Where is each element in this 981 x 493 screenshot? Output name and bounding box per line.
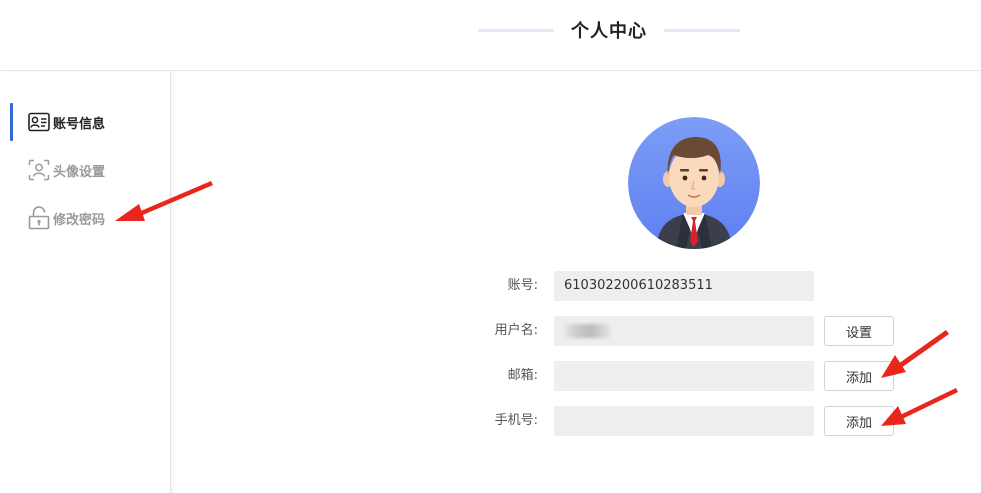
- sidebar-item-label: 账号信息: [53, 116, 106, 132]
- sidebar-item-account-info[interactable]: 账号信息: [8, 103, 168, 141]
- phone-row: 手机号: 添加: [460, 406, 900, 436]
- title-line-right: [664, 28, 740, 32]
- page-title: 个人中心: [571, 21, 647, 42]
- sidebar: 账号信息 头像设置 修改密码: [8, 72, 171, 493]
- account-label: 账号:: [507, 278, 538, 293]
- email-label: 邮箱:: [507, 368, 538, 383]
- email-row: 邮箱: 添加: [460, 361, 900, 391]
- add-email-button[interactable]: 添加: [824, 361, 894, 391]
- account-field: 610302200610283511: [554, 271, 814, 301]
- username-row: 用户名: 设置: [460, 316, 900, 346]
- sidebar-item-label: 头像设置: [53, 164, 106, 180]
- face-scan-icon: [27, 158, 51, 182]
- email-field[interactable]: [554, 361, 814, 391]
- add-phone-button[interactable]: 添加: [824, 406, 894, 436]
- avatar: [628, 117, 760, 249]
- phone-label: 手机号:: [494, 413, 538, 428]
- sidebar-item-avatar-settings[interactable]: 头像设置: [8, 155, 168, 185]
- username-label: 用户名:: [494, 323, 538, 338]
- username-field[interactable]: [554, 316, 814, 346]
- phone-field[interactable]: [554, 406, 814, 436]
- header: 个人中心: [0, 0, 981, 71]
- sidebar-item-label: 修改密码: [53, 212, 106, 228]
- sidebar-item-change-password[interactable]: 修改密码: [8, 203, 168, 233]
- account-row: 账号: 610302200610283511: [460, 271, 900, 301]
- page: 个人中心 账号信息 头像设置 修改密码 账号: 6103022006102835…: [0, 0, 981, 493]
- redacted-username: [564, 324, 610, 338]
- unlock-icon: [27, 206, 51, 230]
- title-wrap: 个人中心: [478, 16, 740, 44]
- set-username-button[interactable]: 设置: [824, 316, 894, 346]
- title-line-left: [478, 28, 554, 32]
- id-card-icon: [27, 110, 51, 134]
